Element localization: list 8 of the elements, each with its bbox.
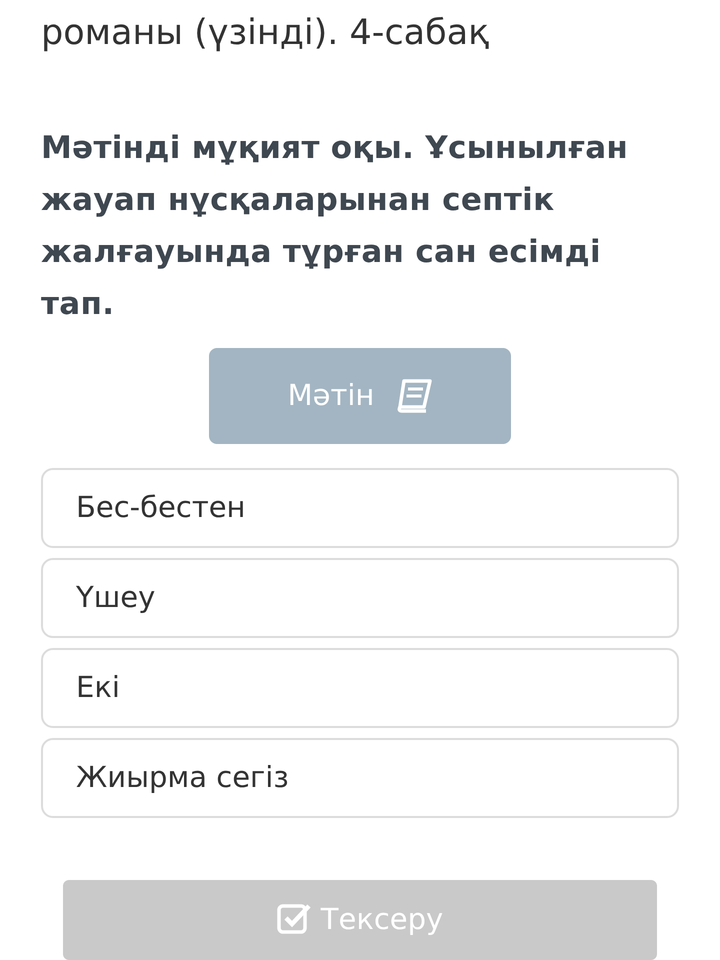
answer-option[interactable]: Үшеу <box>41 558 679 638</box>
checkbox-icon <box>276 902 311 936</box>
answer-option[interactable]: Бес-бестен <box>41 468 679 548</box>
answer-option[interactable]: Жиырма сегіз <box>41 738 679 818</box>
lesson-title: романы (үзінді). 4-сабақ <box>41 12 490 54</box>
answer-option[interactable]: Екі <box>41 648 679 728</box>
question-text: Мәтінді мұқият оқы. Ұсынылған жауап нұсқаларынан септік жалғауында тұрған сан есімді тап. <box>41 129 630 324</box>
book-icon <box>396 379 432 413</box>
